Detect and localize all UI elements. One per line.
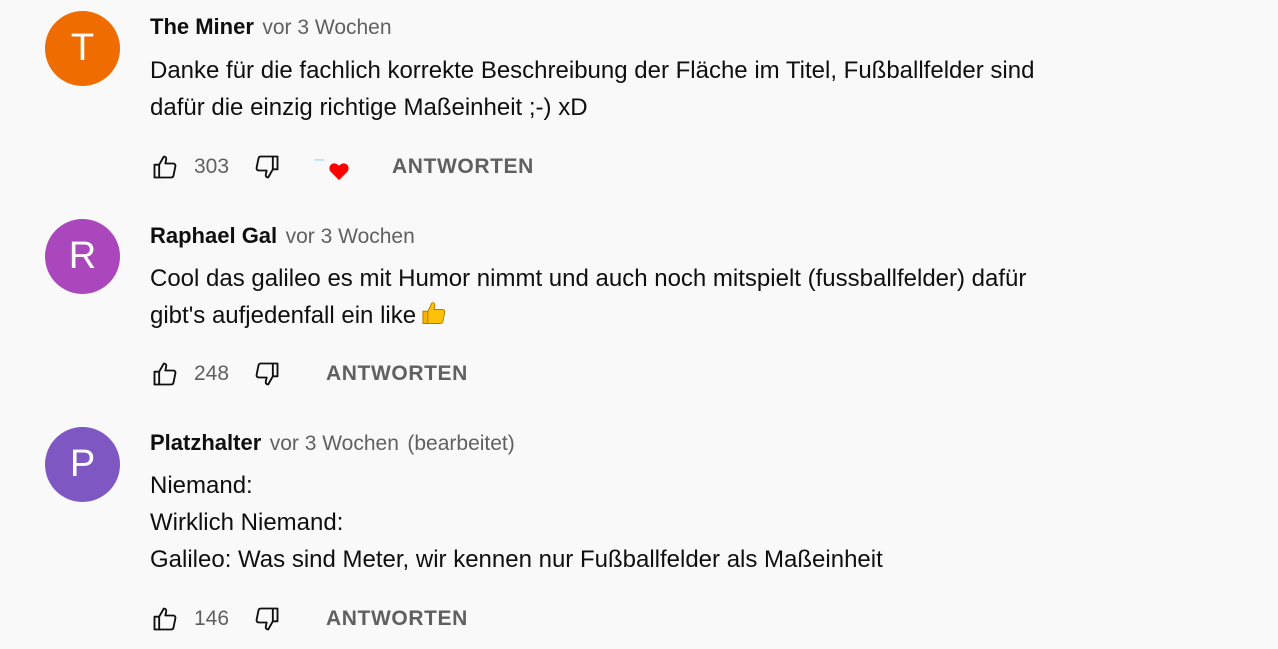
like-button[interactable]: [150, 604, 180, 634]
comment-header: Raphael Gal vor 3 Wochen: [150, 221, 415, 251]
author-name[interactable]: The Miner: [150, 14, 254, 39]
avatar-letter: P: [69, 443, 96, 485]
comment-text-line: dafür die einzig richtige Maßeinheit ;-)…: [150, 94, 588, 121]
comment-time[interactable]: vor 3 Wochen: [270, 432, 399, 455]
comment-text-line: Niemand:: [150, 472, 253, 499]
thumbs-up-emoji-icon: [420, 299, 448, 338]
comment-header: Platzhalter vor 3 Wochen (bearbeitet): [150, 428, 515, 458]
comment-time[interactable]: vor 3 Wochen: [286, 225, 415, 248]
creator-mini-avatar: ◦◦◦◦: [314, 157, 324, 164]
dislike-button[interactable]: [252, 359, 282, 389]
reply-button[interactable]: ANTWORTEN: [326, 362, 468, 386]
like-count: 248: [194, 362, 230, 385]
comment-text-line: Danke für die fachlich korrekte Beschrei…: [150, 57, 1035, 84]
comment-text: Danke für die fachlich korrekte Beschrei…: [150, 52, 1150, 126]
like-button[interactable]: [150, 152, 180, 182]
like-button[interactable]: [150, 359, 180, 389]
avatar-letter: R: [68, 235, 97, 277]
reply-button[interactable]: ANTWORTEN: [392, 155, 534, 179]
author-name[interactable]: Raphael Gal: [150, 223, 277, 248]
comment-text-line: Wirklich Niemand:: [150, 509, 344, 536]
thumb-down-outline-icon: [255, 155, 279, 179]
comment-text-line-with-emoji: gibt's aufjedenfall ein like: [150, 297, 1150, 338]
creator-heart-icon: [329, 163, 349, 181]
comment-toolbar: 248 ANTWORTEN: [150, 356, 468, 392]
dislike-button[interactable]: [252, 152, 282, 182]
thumb-up-outline-icon: [153, 155, 177, 179]
avatar[interactable]: T: [45, 11, 120, 86]
comment-text-line: Cool das galileo es mit Humor nimmt und …: [150, 265, 1027, 292]
comment-toolbar: 146 ANTWORTEN: [150, 601, 468, 637]
comment-text-line: Galileo: Was sind Meter, wir kennen nur …: [150, 546, 883, 573]
like-count: 303: [194, 155, 230, 178]
comment-text: Niemand: Wirklich Niemand: Galileo: Was …: [150, 467, 1150, 578]
comment-text-line: gibt's aufjedenfall ein like: [150, 302, 417, 329]
thumb-down-outline-icon: [255, 362, 279, 386]
dislike-button[interactable]: [252, 604, 282, 634]
thumb-up-outline-icon: [153, 362, 177, 386]
avatar[interactable]: R: [45, 219, 120, 294]
avatar[interactable]: P: [45, 427, 120, 502]
creator-heart-badge: ◦◦◦◦: [314, 149, 356, 185]
author-name[interactable]: Platzhalter: [150, 430, 261, 455]
thumb-down-outline-icon: [255, 607, 279, 631]
comment-toolbar: 303 ◦◦◦◦ ANTWORTEN: [150, 149, 534, 185]
comment-text: Cool das galileo es mit Humor nimmt und …: [150, 260, 1150, 338]
avatar-letter: T: [70, 27, 95, 69]
edited-label: (bearbeitet): [407, 432, 515, 455]
like-count: 146: [194, 607, 230, 630]
thumb-up-outline-icon: [153, 607, 177, 631]
reply-button[interactable]: ANTWORTEN: [326, 607, 468, 631]
comment-header: The Miner vor 3 Wochen: [150, 12, 392, 42]
comment-time[interactable]: vor 3 Wochen: [262, 16, 391, 39]
